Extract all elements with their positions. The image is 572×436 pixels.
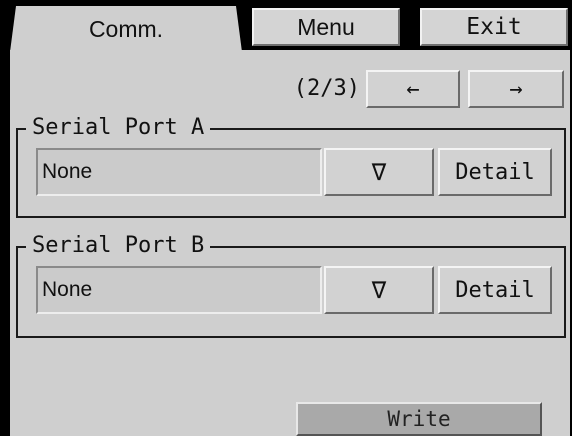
write-button-label: Write <box>387 407 451 431</box>
serial-port-a-dropdown-button[interactable]: ∇ <box>324 148 434 196</box>
arrow-left-icon: ← <box>406 76 420 102</box>
serial-port-a-field[interactable]: None <box>36 148 322 196</box>
serial-port-b-field[interactable]: None <box>36 266 322 314</box>
serial-port-a-detail-button[interactable]: Detail <box>438 148 552 196</box>
menu-button-label: Menu <box>297 13 355 40</box>
exit-button-label: Exit <box>466 14 522 40</box>
triangle-down-icon: ∇ <box>371 158 387 186</box>
serial-port-b-detail-button[interactable]: Detail <box>438 266 552 314</box>
serial-port-b-detail-label: Detail <box>455 277 535 303</box>
serial-port-b-dropdown-button[interactable]: ∇ <box>324 266 434 314</box>
next-page-button[interactable]: → <box>468 70 564 108</box>
exit-button[interactable]: Exit <box>420 8 568 46</box>
write-button[interactable]: Write <box>296 402 542 436</box>
tab-comm-label: Comm. <box>88 15 164 42</box>
prev-page-button[interactable]: ← <box>366 70 460 108</box>
triangle-down-icon: ∇ <box>371 276 387 304</box>
serial-port-a-group: Serial Port A None ∇ Detail <box>16 114 566 218</box>
menu-button[interactable]: Menu <box>252 8 400 46</box>
screen: Comm. Menu Exit (2/3) ← → Serial Port A … <box>0 0 572 436</box>
serial-port-a-title: Serial Port A <box>26 114 211 142</box>
serial-port-a-value: None <box>42 160 93 183</box>
serial-port-b-title: Serial Port B <box>26 232 211 260</box>
serial-port-b-group: Serial Port B None ∇ Detail <box>16 232 566 338</box>
serial-port-b-value: None <box>42 278 93 301</box>
page-indicator: (2/3) <box>293 76 360 101</box>
arrow-right-icon: → <box>509 76 523 102</box>
serial-port-a-detail-label: Detail <box>455 159 535 185</box>
tab-comm[interactable]: Comm. <box>10 6 242 52</box>
